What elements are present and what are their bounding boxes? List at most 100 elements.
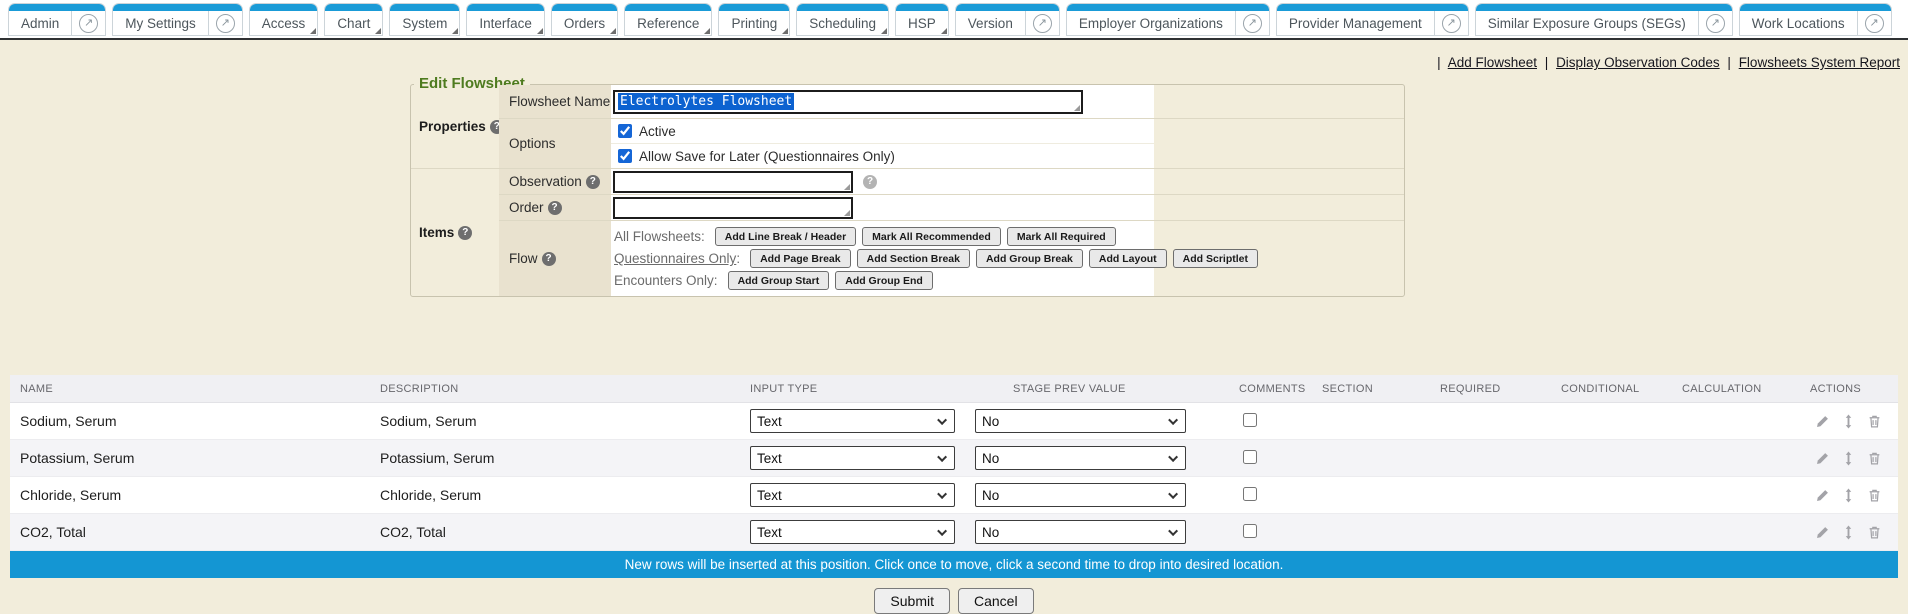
tab-hsp[interactable]: HSP: [895, 3, 949, 36]
help-icon[interactable]: ?: [458, 226, 472, 240]
flowsheet-name-cell: Electrolytes Flowsheet: [611, 85, 1154, 118]
allow-save-checkbox[interactable]: [618, 149, 632, 163]
help-icon[interactable]: ?: [542, 252, 556, 266]
option-allow-save: Allow Save for Later (Questionnaires Onl…: [611, 144, 1154, 168]
help-icon[interactable]: ?: [863, 175, 877, 189]
tab-chart[interactable]: Chart: [324, 3, 383, 36]
tab-admin[interactable]: Admin ↗: [8, 3, 106, 36]
comments-checkbox[interactable]: [1243, 413, 1257, 427]
move-row-icon[interactable]: [1841, 488, 1856, 503]
move-row-icon[interactable]: [1841, 451, 1856, 466]
tab-reference[interactable]: Reference: [624, 3, 712, 36]
active-checkbox[interactable]: [618, 124, 632, 138]
display-observation-codes-link[interactable]: Display Observation Codes: [1556, 55, 1720, 70]
add-group-end-button[interactable]: Add Group End: [835, 271, 933, 290]
item-name: Sodium, Serum: [10, 413, 370, 429]
menu-caret-icon: [941, 28, 947, 34]
tab-label: Scheduling: [797, 11, 888, 35]
help-icon[interactable]: ?: [548, 201, 562, 215]
select-value: Text: [757, 451, 782, 466]
add-group-break-button[interactable]: Add Group Break: [976, 249, 1083, 268]
flow-label: Flow ?: [499, 220, 611, 296]
column-header-input-type: INPUT TYPE: [740, 383, 975, 395]
tab-provider-management[interactable]: Provider Management ↗: [1276, 3, 1469, 36]
menu-caret-icon: [610, 28, 616, 34]
tab-popup-button[interactable]: ↗: [1025, 11, 1059, 35]
comments-checkbox[interactable]: [1243, 524, 1257, 538]
questionnaires-only-row: Questionnaires Only: Add Page Break Add …: [611, 249, 1154, 268]
delete-trash-icon[interactable]: [1867, 414, 1882, 429]
edit-pencil-icon[interactable]: [1815, 525, 1830, 540]
input-type-select[interactable]: Text: [750, 520, 955, 544]
observation-input[interactable]: [613, 171, 853, 193]
comments-checkbox[interactable]: [1243, 487, 1257, 501]
external-link-icon: ↗: [1706, 14, 1725, 33]
tab-orders[interactable]: Orders: [551, 3, 618, 36]
input-type-select[interactable]: Text: [750, 446, 955, 470]
properties-group-label: Properties ?: [411, 85, 499, 168]
row-insert-position-bar[interactable]: New rows will be inserted at this positi…: [10, 551, 1898, 578]
delete-trash-icon[interactable]: [1867, 488, 1882, 503]
menu-caret-icon: [452, 28, 458, 34]
tab-label: Employer Organizations: [1067, 11, 1235, 35]
delete-trash-icon[interactable]: [1867, 451, 1882, 466]
flowsheet-name-input[interactable]: Electrolytes Flowsheet: [613, 90, 1083, 114]
tab-work-locations[interactable]: Work Locations ↗: [1739, 3, 1892, 36]
stage-prev-value-select[interactable]: No: [975, 483, 1186, 507]
add-flowsheet-link[interactable]: Add Flowsheet: [1448, 55, 1537, 70]
options-cell: Active Allow Save for Later (Questionnai…: [611, 118, 1154, 168]
tab-access[interactable]: Access: [249, 3, 319, 36]
group-label-text: Properties: [419, 119, 486, 134]
edit-pencil-icon[interactable]: [1815, 451, 1830, 466]
table-row: Chloride, Serum Chloride, Serum Text No: [10, 477, 1898, 514]
top-nav: Admin ↗ My Settings ↗ Access Chart Syste…: [0, 0, 1908, 40]
input-type-select[interactable]: Text: [750, 409, 955, 433]
delete-trash-icon[interactable]: [1867, 525, 1882, 540]
tab-scheduling[interactable]: Scheduling: [796, 3, 889, 36]
input-type-select[interactable]: Text: [750, 483, 955, 507]
encounters-only-row: Encounters Only: Add Group Start Add Gro…: [611, 271, 1154, 290]
chevron-down-icon: [1168, 415, 1178, 425]
stage-prev-value-select[interactable]: No: [975, 446, 1186, 470]
stage-prev-value-select[interactable]: No: [975, 520, 1186, 544]
add-page-break-button[interactable]: Add Page Break: [750, 249, 851, 268]
add-section-break-button[interactable]: Add Section Break: [857, 249, 970, 268]
all-flowsheets-row: All Flowsheets: Add Line Break / Header …: [611, 227, 1154, 246]
tab-popup-button[interactable]: ↗: [1434, 11, 1468, 35]
mark-all-recommended-button[interactable]: Mark All Recommended: [862, 227, 1001, 246]
tab-popup-button[interactable]: ↗: [1235, 11, 1269, 35]
stage-prev-value-select[interactable]: No: [975, 409, 1186, 433]
flowsheets-system-report-link[interactable]: Flowsheets System Report: [1739, 55, 1900, 70]
tab-label: Work Locations: [1740, 11, 1857, 35]
cancel-button[interactable]: Cancel: [958, 588, 1034, 614]
chevron-down-icon: [1168, 526, 1178, 536]
tab-popup-button[interactable]: ↗: [1698, 11, 1732, 35]
tab-popup-button[interactable]: ↗: [71, 11, 105, 35]
mark-all-required-button[interactable]: Mark All Required: [1007, 227, 1116, 246]
tab-system[interactable]: System: [389, 3, 460, 36]
tab-similar-exposure-groups[interactable]: Similar Exposure Groups (SEGs) ↗: [1475, 3, 1733, 36]
tab-popup-button[interactable]: ↗: [1857, 11, 1891, 35]
tab-employer-organizations[interactable]: Employer Organizations ↗: [1066, 3, 1270, 36]
order-input[interactable]: [613, 197, 853, 219]
tab-my-settings[interactable]: My Settings ↗: [112, 3, 243, 36]
tab-version[interactable]: Version ↗: [955, 3, 1060, 36]
move-row-icon[interactable]: [1841, 414, 1856, 429]
select-value: Text: [757, 414, 782, 429]
move-row-icon[interactable]: [1841, 525, 1856, 540]
add-line-break-header-button[interactable]: Add Line Break / Header: [715, 227, 856, 246]
edit-pencil-icon[interactable]: [1815, 488, 1830, 503]
comments-checkbox[interactable]: [1243, 450, 1257, 464]
menu-caret-icon: [310, 28, 316, 34]
tab-label: My Settings: [113, 11, 208, 35]
chevron-down-icon: [1168, 452, 1178, 462]
submit-button[interactable]: Submit: [874, 588, 950, 614]
help-icon[interactable]: ?: [586, 175, 600, 189]
tab-popup-button[interactable]: ↗: [208, 11, 242, 35]
tab-printing[interactable]: Printing: [718, 3, 790, 36]
add-group-start-button[interactable]: Add Group Start: [728, 271, 830, 290]
edit-pencil-icon[interactable]: [1815, 414, 1830, 429]
tab-interface[interactable]: Interface: [466, 3, 545, 36]
flowsheet-items-table: NAME DESCRIPTION INPUT TYPE STAGE PREV V…: [10, 375, 1898, 551]
flow-group-label-suffix: :: [736, 251, 740, 266]
